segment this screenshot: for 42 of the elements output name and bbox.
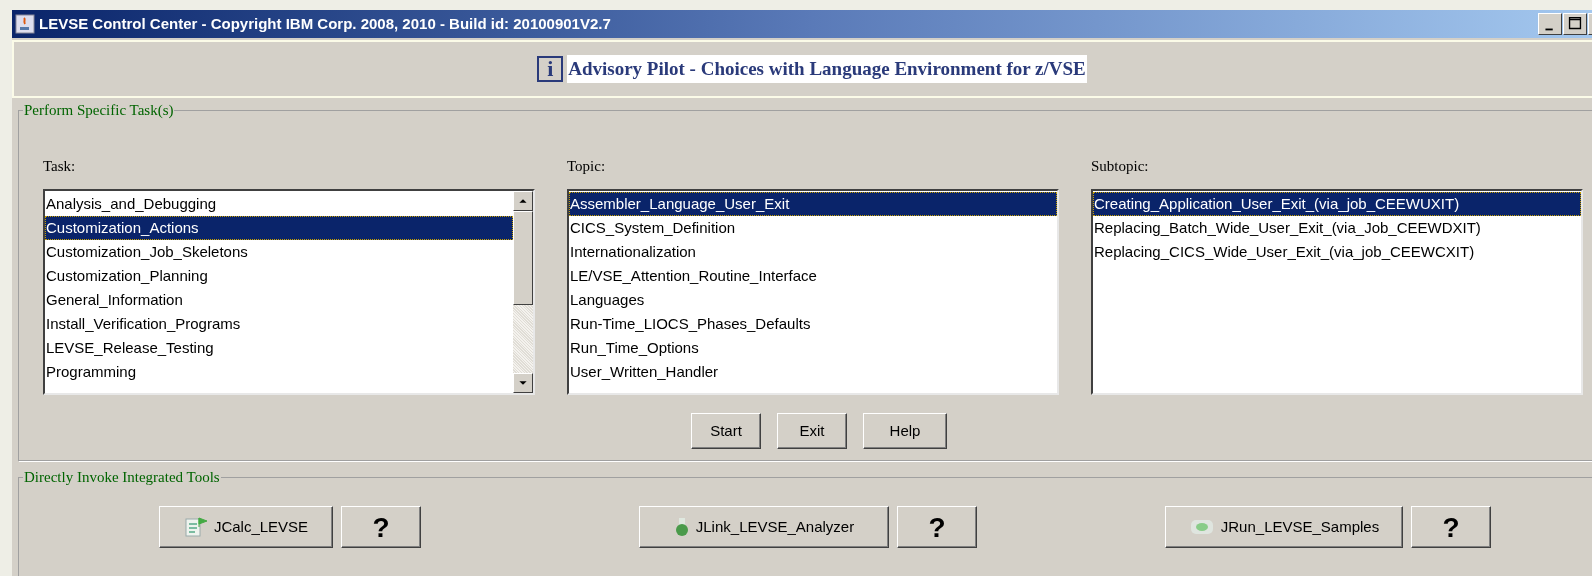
- list-item[interactable]: Creating_Application_User_Exit_(via_job_CEEWUXIT): [1093, 192, 1581, 216]
- help-button[interactable]: ?: [341, 506, 421, 548]
- list-item[interactable]: General_Information: [45, 288, 513, 312]
- maximize-icon[interactable]: [1563, 13, 1587, 35]
- list-label: Subtopic:: [1091, 157, 1150, 176]
- list-item[interactable]: Customization_Job_Skeletons: [45, 240, 513, 264]
- scrollbar[interactable]: [513, 191, 533, 393]
- help-button[interactable]: ?: [897, 506, 977, 548]
- list-item[interactable]: Customization_Actions: [45, 216, 513, 240]
- scroll-thumb[interactable]: [513, 211, 533, 305]
- list-item[interactable]: LEVSE_Release_Testing: [45, 336, 513, 360]
- list-item[interactable]: User_Written_Handler: [569, 360, 1057, 384]
- list-item[interactable]: LE/VSE_Attention_Routine_Interface: [569, 264, 1057, 288]
- action-button[interactable]: Exit: [777, 413, 847, 449]
- action-button[interactable]: Start: [691, 413, 761, 449]
- list-label: Topic:: [567, 157, 607, 176]
- list-item[interactable]: Programming: [45, 360, 513, 384]
- list-item[interactable]: CICS_System_Definition: [569, 216, 1057, 240]
- list-item[interactable]: Replacing_CICS_Wide_User_Exit_(via_job_CEEWCXIT): [1093, 240, 1581, 264]
- minimize-icon[interactable]: [1538, 13, 1562, 35]
- tool-button[interactable]: JCalc_LEVSE: [159, 506, 333, 548]
- list-label: Task:: [43, 157, 77, 176]
- list-item[interactable]: Run-Time_LIOCS_Phases_Defaults: [569, 312, 1057, 336]
- scroll-up-icon[interactable]: [513, 191, 533, 211]
- list-item[interactable]: Run_Time_Options: [569, 336, 1057, 360]
- list-item[interactable]: Languages: [569, 288, 1057, 312]
- list-item[interactable]: Assembler_Language_User_Exit: [569, 192, 1057, 216]
- scroll-down-icon[interactable]: [513, 373, 533, 393]
- java-cup-icon: [15, 14, 35, 34]
- list-item[interactable]: Analysis_and_Debugging: [45, 192, 513, 216]
- window-title: LEVSE Control Center - Copyright IBM Corp. 2008, 2010 - Build id: 20100901V2.7: [39, 13, 611, 34]
- list-item[interactable]: Internationalization: [569, 240, 1057, 264]
- list-item[interactable]: Replacing_Batch_Wide_User_Exit_(via_Job_CEEWDXIT): [1093, 216, 1581, 240]
- help-button[interactable]: ?: [1411, 506, 1491, 548]
- tool-button[interactable]: JRun_LEVSE_Samples: [1165, 506, 1403, 548]
- list-item[interactable]: Install_Verification_Programs: [45, 312, 513, 336]
- list-item[interactable]: Customization_Planning: [45, 264, 513, 288]
- header-title: Advisory Pilot - Choices with Language Environment for z/VSE: [567, 54, 1087, 84]
- document-flag-icon: [183, 516, 208, 538]
- tool-button[interactable]: JLink_LEVSE_Analyzer: [639, 506, 889, 548]
- action-button[interactable]: Help: [863, 413, 947, 449]
- info-icon: i: [537, 56, 564, 82]
